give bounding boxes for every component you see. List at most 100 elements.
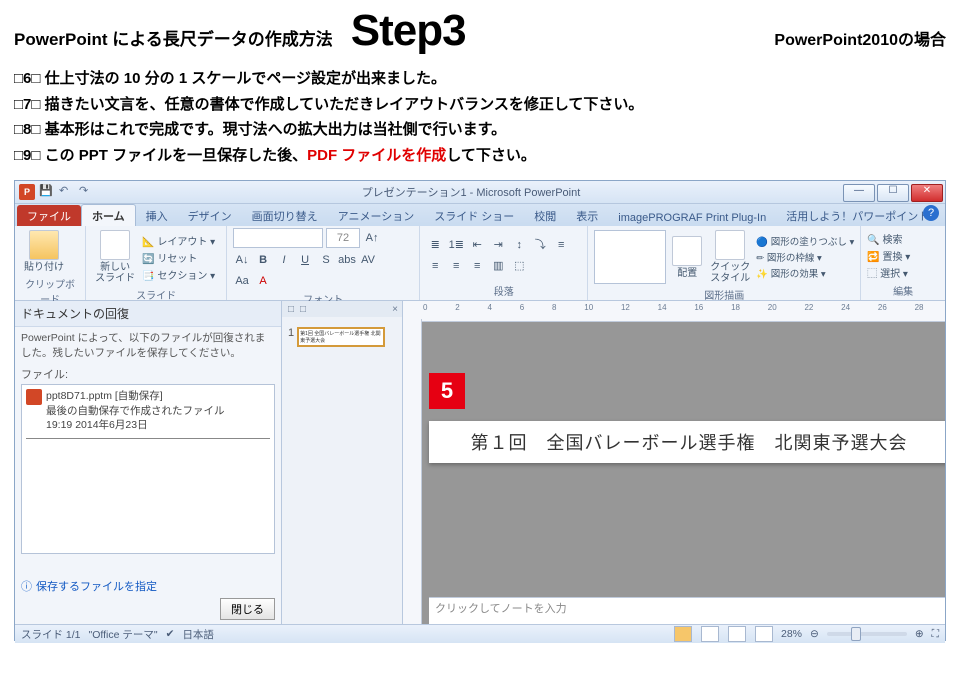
arrange-button[interactable]: 配置 bbox=[670, 234, 704, 281]
indent-inc-button[interactable]: ⇥ bbox=[489, 236, 507, 254]
view-sorter-button[interactable] bbox=[701, 626, 719, 642]
tab-home[interactable]: ホーム bbox=[81, 204, 136, 226]
close-button[interactable]: ✕ bbox=[911, 184, 943, 202]
paste-button[interactable]: 貼り付け bbox=[21, 228, 67, 275]
slide-canvas[interactable]: 024681012141618202224262830 5 第１回 全国バレーボ… bbox=[403, 301, 945, 624]
columns-button[interactable]: ▥ bbox=[489, 257, 507, 275]
step-6: □6□ 仕上寸法の 10 分の 1 スケールでページ設定が出来ました。 bbox=[14, 66, 946, 92]
clipboard-icon bbox=[29, 230, 59, 260]
reset-button[interactable]: 🔄 リセット bbox=[142, 250, 215, 265]
app-icon: P bbox=[19, 184, 35, 200]
shape-fill-button[interactable]: 🔵 図形の塗りつぶし ▾ bbox=[756, 234, 854, 248]
bold-button[interactable]: B bbox=[254, 251, 272, 269]
line-spacing-button[interactable]: ↕ bbox=[510, 236, 528, 254]
text-direction-button[interactable]: ⤵ bbox=[531, 236, 549, 254]
bullets-button[interactable]: ≣ bbox=[426, 236, 444, 254]
tab-review[interactable]: 校閲 bbox=[524, 205, 566, 226]
step-heading: Step3 bbox=[351, 6, 466, 56]
tab-file[interactable]: ファイル bbox=[17, 205, 81, 226]
ribbon: 貼り付け クリップボード 新しい スライド 📐 レイアウト ▾ 🔄 リセット 📑… bbox=[15, 226, 945, 301]
recovery-specify-link[interactable]: ⓘ保存するファイルを指定 bbox=[21, 578, 275, 594]
view-reading-button[interactable] bbox=[728, 626, 746, 642]
recovery-file-list[interactable]: ppt8D71.pptm [自動保存] 最後の自動保存で作成されたファイル 19… bbox=[21, 384, 275, 554]
recovery-files-label: ファイル: bbox=[15, 364, 281, 384]
help-icon[interactable]: ? bbox=[923, 205, 939, 221]
qat-redo-icon[interactable]: ↷ bbox=[79, 184, 95, 200]
view-slideshow-button[interactable] bbox=[755, 626, 773, 642]
font-case-button[interactable]: Aa bbox=[233, 272, 251, 290]
tab-insert[interactable]: 挿入 bbox=[136, 205, 178, 226]
tab-tips[interactable]: 活用しよう！パワーポイント bbox=[776, 205, 939, 226]
tab-view[interactable]: 表示 bbox=[566, 205, 608, 226]
slide-thumbnails-pane: □□× 1 第1回 全国バレーボール選手権 北関東予選大会 bbox=[282, 301, 403, 624]
recovery-message: PowerPoint によって、以下のファイルが回復されました。残したいファイル… bbox=[15, 327, 281, 364]
grow-font-icon[interactable]: A↑ bbox=[363, 229, 381, 247]
new-slide-icon bbox=[100, 230, 130, 260]
notes-pane[interactable]: クリックしてノートを入力 bbox=[429, 597, 945, 624]
section-button[interactable]: 📑 セクション ▾ bbox=[142, 267, 215, 282]
font-size-combo[interactable]: 72 bbox=[326, 228, 360, 248]
zoom-slider[interactable] bbox=[827, 632, 907, 636]
group-editing: 編集 bbox=[867, 282, 939, 298]
shape-outline-button[interactable]: ✏ 図形の枠線 ▾ bbox=[756, 250, 854, 264]
maximize-button[interactable]: ☐ bbox=[877, 184, 909, 202]
smartart-button[interactable]: ⬚ bbox=[510, 257, 528, 275]
window-title: プレゼンテーション1 - Microsoft PowerPoint bbox=[99, 184, 843, 200]
status-language[interactable]: 日本語 bbox=[182, 627, 214, 642]
recovery-close-button[interactable]: 閉じる bbox=[220, 598, 275, 620]
zoom-percent[interactable]: 28% bbox=[781, 628, 802, 640]
zoom-in-button[interactable]: ⊕ bbox=[915, 628, 924, 640]
justify-button[interactable]: ≡ bbox=[468, 257, 486, 275]
new-slide-button[interactable]: 新しい スライド bbox=[92, 228, 138, 286]
vertical-ruler bbox=[403, 319, 422, 624]
find-button[interactable]: 🔍 検索 bbox=[867, 231, 910, 246]
align-right-button[interactable]: ≡ bbox=[447, 257, 465, 275]
pp-version: PowerPoint2010の場合 bbox=[774, 26, 946, 50]
select-button[interactable]: ⬚ 選択 ▾ bbox=[867, 265, 910, 280]
layout-button[interactable]: 📐 レイアウト ▾ bbox=[142, 233, 215, 248]
shapes-gallery[interactable] bbox=[594, 230, 666, 284]
slide-thumbnail-1[interactable]: 第1回 全国バレーボール選手権 北関東予選大会 bbox=[297, 327, 385, 347]
ribbon-tabs: ファイル ホーム 挿入 デザイン 画面切り替え アニメーション スライド ショー… bbox=[15, 204, 945, 226]
underline-button[interactable]: U bbox=[296, 251, 314, 269]
group-paragraph: 段落 bbox=[426, 282, 581, 298]
zoom-out-button[interactable]: ⊖ bbox=[810, 628, 819, 640]
qat-undo-icon[interactable]: ↶ bbox=[59, 184, 75, 200]
status-theme: "Office テーマ" bbox=[89, 627, 158, 642]
qat-save-icon[interactable]: 💾 bbox=[39, 184, 55, 200]
quick-styles-icon bbox=[715, 230, 745, 260]
arrange-icon bbox=[672, 236, 702, 266]
recovery-item[interactable]: ppt8D71.pptm [自動保存] 最後の自動保存で作成されたファイル 19… bbox=[26, 389, 270, 432]
group-drawing: 図形描画 bbox=[594, 286, 854, 302]
fit-window-button[interactable]: ⛶ bbox=[932, 628, 939, 641]
document-icon bbox=[26, 389, 42, 405]
view-normal-button[interactable] bbox=[674, 626, 692, 642]
font-family-combo[interactable] bbox=[233, 228, 323, 248]
shrink-font-icon[interactable]: A↓ bbox=[233, 251, 251, 269]
doc-title: PowerPoint による長尺データの作成方法 bbox=[14, 25, 333, 50]
powerpoint-window: P 💾 ↶ ↷ プレゼンテーション1 - Microsoft PowerPoin… bbox=[14, 180, 946, 641]
align-center-button[interactable]: ≡ bbox=[426, 257, 444, 275]
shape-effects-button[interactable]: ✨ 図形の効果 ▾ bbox=[756, 266, 854, 280]
slide-content[interactable]: 第１回 全国バレーボール選手権 北関東予選大会 bbox=[429, 421, 945, 463]
indent-dec-button[interactable]: ⇤ bbox=[468, 236, 486, 254]
step-8: □8□ 基本形はこれで完成です。現寸法への拡大出力は当社側で行います。 bbox=[14, 117, 946, 143]
step-7: □7□ 描きたい文言を、任意の書体で作成していただきレイアウトバランスを修正して… bbox=[14, 92, 946, 118]
status-bar: スライド 1/1 "Office テーマ" ✔ 日本語 28% ⊖ ⊕ ⛶ bbox=[15, 624, 945, 643]
char-spacing-button[interactable]: AV bbox=[359, 251, 377, 269]
quick-styles-button[interactable]: クイック スタイル bbox=[708, 228, 752, 286]
replace-button[interactable]: 🔁 置換 ▾ bbox=[867, 248, 910, 263]
align-left-button[interactable]: ≡ bbox=[552, 236, 570, 254]
numbering-button[interactable]: 1≣ bbox=[447, 236, 465, 254]
minimize-button[interactable]: — bbox=[843, 184, 875, 202]
shadow-button[interactable]: abs bbox=[338, 251, 356, 269]
font-color-button[interactable]: A bbox=[254, 272, 272, 290]
strike-button[interactable]: S bbox=[317, 251, 335, 269]
tab-slideshow[interactable]: スライド ショー bbox=[424, 205, 524, 226]
tab-design[interactable]: デザイン bbox=[178, 205, 242, 226]
tab-transitions[interactable]: 画面切り替え bbox=[242, 205, 328, 226]
status-spellcheck-icon[interactable]: ✔ bbox=[166, 628, 175, 640]
tab-animations[interactable]: アニメーション bbox=[328, 205, 425, 226]
tab-prograf[interactable]: imagePROGRAF Print Plug-In bbox=[608, 209, 776, 226]
italic-button[interactable]: I bbox=[275, 251, 293, 269]
